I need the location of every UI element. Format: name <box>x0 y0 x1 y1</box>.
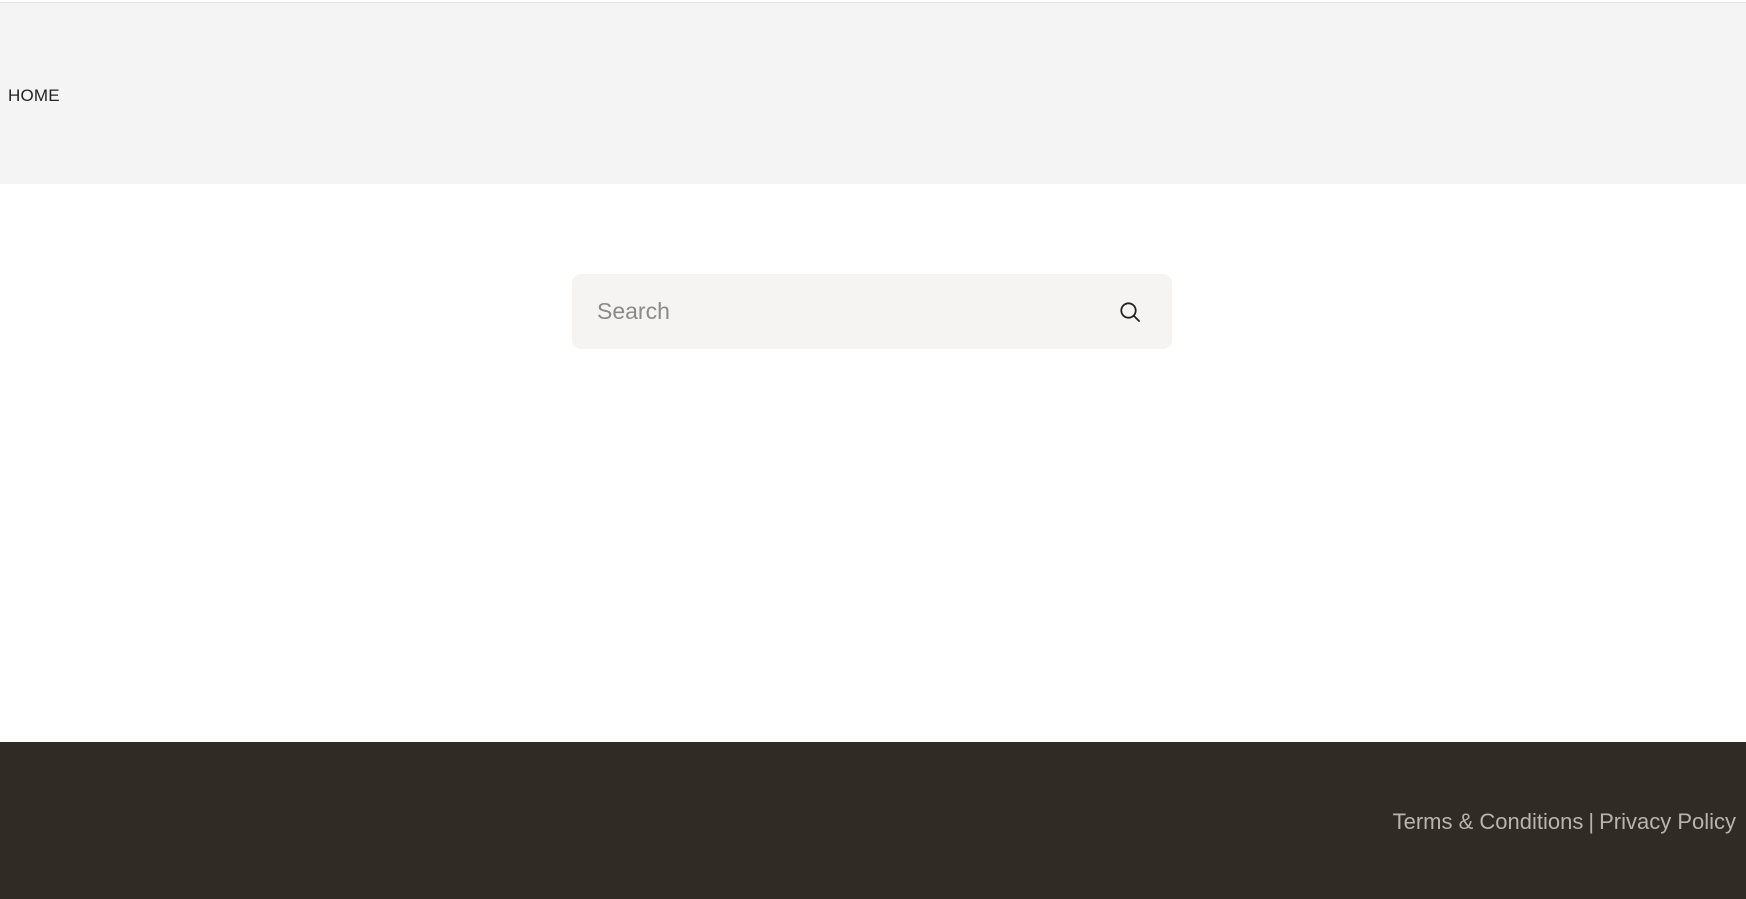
site-footer: Terms & Conditions | Privacy Policy <box>0 742 1746 899</box>
nav-home-link[interactable]: HOME <box>8 86 60 106</box>
search-input[interactable] <box>572 274 1102 349</box>
search-form <box>572 274 1172 349</box>
search-button[interactable] <box>1110 292 1150 332</box>
site-header: HOME <box>0 3 1746 184</box>
page: HOME Terms & Conditions|Privacy Policy <box>0 0 1746 899</box>
terms-link[interactable]: Terms & Conditions <box>1393 809 1584 834</box>
search-icon <box>1120 302 1140 322</box>
footer-links: Terms & Conditions | Privacy Policy <box>1393 809 1736 835</box>
footer-separator: | <box>1588 809 1595 834</box>
privacy-link[interactable]: Privacy Policy <box>1599 809 1736 834</box>
